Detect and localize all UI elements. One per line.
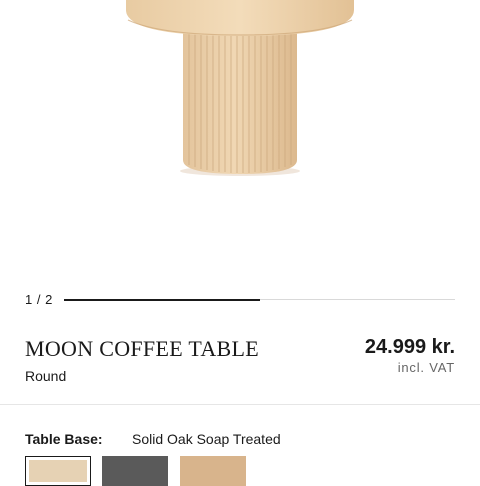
product-price: 24.999 kr. (364, 336, 455, 358)
swatch-fill (180, 456, 246, 486)
swatch-fill (102, 456, 168, 486)
option-label: Table Base: (25, 431, 103, 447)
swatch-dark-grey[interactable] (102, 456, 168, 486)
table-base (183, 32, 297, 174)
swatch-fill (29, 460, 87, 482)
gallery-counter: 1 / 2 (25, 292, 53, 307)
swatch-oak-light[interactable] (25, 456, 91, 486)
product-title: MOON COFFEE TABLE (25, 336, 259, 361)
table-top (126, 0, 354, 36)
product-image[interactable] (0, 0, 480, 270)
gallery-progress-track[interactable] (64, 298, 455, 301)
gallery-progress-bar (64, 298, 260, 301)
option-selected-value: Solid Oak Soap Treated (132, 431, 281, 447)
price-vat-note: incl. VAT (397, 360, 455, 375)
product-variant: Round (25, 368, 67, 384)
section-divider (0, 404, 480, 405)
swatch-oak-warm[interactable] (180, 456, 246, 486)
